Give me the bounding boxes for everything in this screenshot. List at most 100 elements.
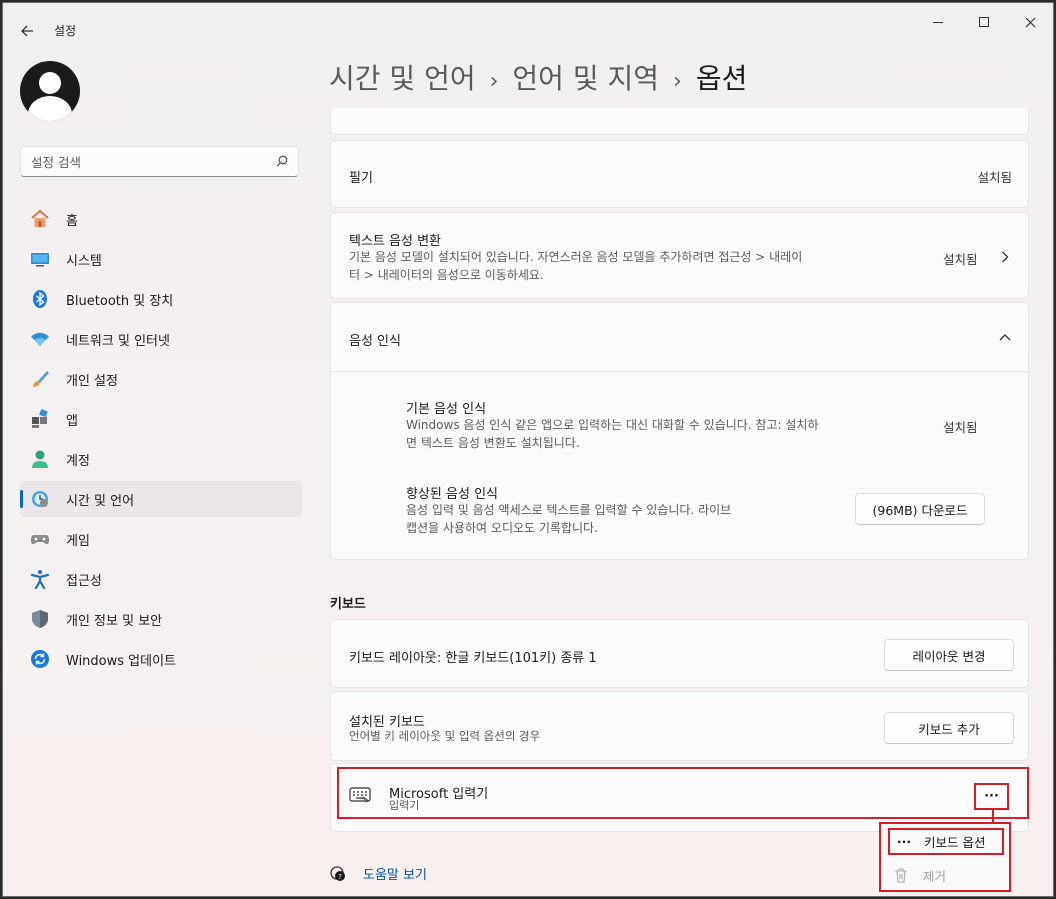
- enhanced-speech-desc-line2: 캡션을 사용하여 오디오도 기록합니다.: [406, 521, 598, 535]
- ms-ime-subtitle: 입력기: [389, 799, 420, 812]
- sidebar-item-windows-update[interactable]: Windows 업데이트: [20, 641, 302, 677]
- svg-text:?: ?: [338, 873, 342, 881]
- change-layout-button[interactable]: 레이아웃 변경: [884, 639, 1014, 671]
- sidebar-item-label: 홈: [66, 213, 78, 229]
- download-button[interactable]: (96MB) 다운로드: [855, 493, 985, 525]
- sidebar-item-system[interactable]: 시스템: [20, 241, 302, 277]
- app-title: 설정: [54, 24, 77, 38]
- back-arrow-icon: [21, 25, 33, 37]
- brush-icon: [30, 369, 50, 389]
- remove-label: 제거: [923, 868, 947, 884]
- search-icon[interactable]: [276, 155, 288, 167]
- sidebar-item-label: Bluetooth 및 장치: [66, 293, 174, 309]
- feature-card-speech-recognition: 음성 인식 기본 음성 인식 Windows 음성 인식 같은 앱으로 입력하는…: [330, 302, 1029, 560]
- keyboard-section-title: 키보드: [330, 597, 366, 612]
- chevron-right-icon: ›: [489, 69, 499, 94]
- enhanced-speech-desc-line1: 음성 입력 및 음성 액세스로 텍스트를 입력할 수 있습니다. 라이브: [406, 503, 732, 517]
- apps-icon: [30, 409, 50, 429]
- sidebar-nav: 홈 시스템 Bluetooth 및 장치 네트워크 및 인터넷 개인 설정 앱 …: [20, 201, 302, 681]
- handwriting-title: 필기: [349, 171, 373, 186]
- handwriting-status: 설치됨: [977, 170, 1012, 185]
- chevron-right-icon: ›: [673, 69, 682, 94]
- help-label: 도움말 보기: [363, 868, 427, 883]
- installed-keyboards-card: 설치된 키보드 언어별 키 레이아웃 및 입력 옵션의 경우 키보드 추가: [330, 691, 1029, 761]
- basic-speech-title: 기본 음성 인식: [406, 402, 487, 417]
- speech-title: 음성 인식: [349, 334, 401, 349]
- breadcrumb: 시간 및 언어 › 언어 및 지역 › 옵션: [329, 57, 747, 97]
- update-icon: [30, 649, 50, 669]
- tts-desc-line1: 기본 음성 모델이 설치되어 있습니다. 자연스러운 음성 모델을 추가하려면 …: [349, 250, 803, 264]
- maximize-icon: [979, 17, 989, 27]
- minimize-button[interactable]: [915, 11, 961, 33]
- sidebar-item-label: Windows 업데이트: [66, 653, 177, 669]
- search-box[interactable]: [20, 146, 299, 177]
- sidebar-item-network[interactable]: 네트워크 및 인터넷: [20, 321, 302, 357]
- chevron-up-icon[interactable]: [999, 333, 1011, 341]
- sidebar-item-label: 네트워크 및 인터넷: [66, 333, 170, 349]
- system-icon: [30, 249, 50, 269]
- divider: [331, 371, 1028, 372]
- bluetooth-icon: [30, 289, 50, 309]
- more-icon: ···: [896, 834, 912, 849]
- sidebar-item-accounts[interactable]: 계정: [20, 441, 302, 477]
- close-button[interactable]: [1007, 11, 1053, 33]
- tts-desc-line2: 터 > 내레이터의 음성으로 이동하세요.: [349, 268, 544, 282]
- remove-menu-item[interactable]: 제거: [893, 864, 1003, 886]
- sidebar-item-home[interactable]: 홈: [20, 201, 302, 237]
- tts-status: 설치됨: [943, 252, 978, 267]
- context-menu: ··· 키보드 옵션 제거: [879, 822, 1011, 892]
- keyboard-layout-card: 키보드 레이아웃: 한글 키보드(101키) 종류 1 레이아웃 변경: [330, 619, 1029, 688]
- sidebar-item-time-language[interactable]: 시간 및 언어: [20, 481, 302, 517]
- settings-window: 설정 홈 시스템 Bluetooth 및 장치: [2, 2, 1054, 897]
- breadcrumb-time-language[interactable]: 시간 및 언어: [329, 62, 476, 95]
- sidebar-item-label: 시스템: [66, 253, 102, 269]
- breadcrumb-language-region[interactable]: 언어 및 지역: [512, 62, 659, 95]
- sidebar-item-label: 앱: [66, 413, 78, 429]
- callout-connector: [992, 809, 994, 823]
- back-button[interactable]: [13, 17, 41, 45]
- basic-speech-desc-line2: 면 텍스트 음성 변환도 설치됩니다.: [406, 436, 580, 450]
- accessibility-icon: [30, 569, 50, 589]
- sidebar-item-label: 시간 및 언어: [66, 493, 135, 509]
- sidebar-item-privacy[interactable]: 개인 정보 및 보안: [20, 601, 302, 637]
- help-link[interactable]: ? 도움말 보기: [329, 864, 427, 883]
- installed-keyboards-desc: 언어별 키 레이아웃 및 입력 옵션의 경우: [349, 729, 541, 743]
- sidebar-item-label: 접근성: [66, 573, 102, 589]
- sidebar-item-gaming[interactable]: 게임: [20, 521, 302, 557]
- sidebar-item-bluetooth[interactable]: Bluetooth 및 장치: [20, 281, 302, 317]
- more-options-button[interactable]: ···: [974, 783, 1009, 810]
- maximize-button[interactable]: [961, 11, 1007, 33]
- sidebar-item-accessibility[interactable]: 접근성: [20, 561, 302, 597]
- more-icon: ···: [984, 789, 999, 804]
- sidebar-item-apps[interactable]: 앱: [20, 401, 302, 437]
- tts-title: 텍스트 음성 변환: [349, 234, 441, 249]
- page-title: 옵션: [695, 62, 748, 95]
- time-language-icon: [30, 489, 50, 509]
- sidebar-item-personalization[interactable]: 개인 설정: [20, 361, 302, 397]
- gamepad-icon: [30, 529, 50, 549]
- sidebar-item-label: 개인 정보 및 보안: [66, 613, 163, 629]
- feature-card-handwriting: 필기 설치됨: [330, 140, 1029, 208]
- enhanced-speech-title: 향상된 음성 인식: [406, 487, 498, 502]
- keyboard-options-menu-item[interactable]: ··· 키보드 옵션: [888, 828, 1004, 855]
- sidebar-item-label: 게임: [66, 533, 90, 549]
- sidebar-item-label: 개인 설정: [66, 373, 118, 389]
- shield-icon: [30, 609, 50, 629]
- sidebar-item-label: 계정: [66, 453, 90, 469]
- basic-speech-status: 설치됨: [943, 420, 978, 435]
- home-icon: [30, 209, 50, 229]
- basic-speech-desc-line1: Windows 음성 인식 같은 앱으로 입력하는 대신 대화할 수 있습니다.…: [406, 418, 819, 432]
- feature-card-partial: [330, 108, 1029, 135]
- close-icon: [1025, 17, 1035, 27]
- feature-card-tts[interactable]: 텍스트 음성 변환 기본 음성 모델이 설치되어 있습니다. 자연스러운 음성 …: [330, 212, 1029, 299]
- search-input[interactable]: [31, 153, 261, 171]
- add-keyboard-button[interactable]: 키보드 추가: [884, 712, 1014, 744]
- account-icon: [30, 449, 50, 469]
- keyboard-icon: [349, 787, 371, 803]
- help-icon: ?: [330, 865, 345, 881]
- chevron-right-icon[interactable]: [1001, 251, 1009, 263]
- avatar[interactable]: [20, 61, 80, 121]
- ms-ime-row[interactable]: Microsoft 입력기 입력기: [337, 767, 1029, 819]
- keyboard-options-label: 키보드 옵션: [924, 835, 986, 850]
- keyboard-layout-title: 키보드 레이아웃: 한글 키보드(101키) 종류 1: [349, 651, 597, 666]
